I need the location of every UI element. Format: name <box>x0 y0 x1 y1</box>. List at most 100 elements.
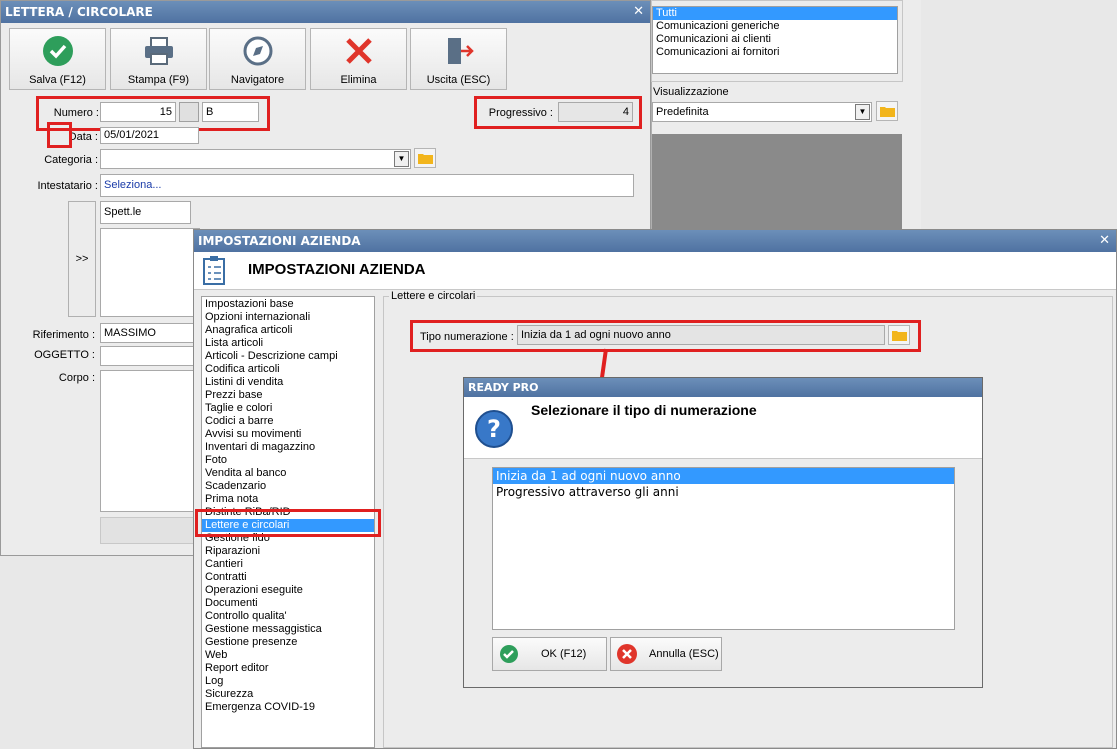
settings-menu[interactable]: Impostazioni base Opzioni internazionali A… <box>201 296 375 748</box>
data-field[interactable]: 05/01/2021 <box>100 127 199 144</box>
printer-icon <box>144 37 173 65</box>
settings-menu-item[interactable]: Listini di vendita <box>202 376 374 389</box>
settings-menu-item[interactable]: Contratti <box>202 571 374 584</box>
settings-menu-item[interactable]: Gestione fido <box>202 532 374 545</box>
settings-menu-item[interactable]: Codifica articoli <box>202 363 374 376</box>
indirizzo-area[interactable] <box>100 228 200 317</box>
numero-field[interactable]: 15 <box>100 102 176 122</box>
settings-menu-item[interactable]: Foto <box>202 454 374 467</box>
lettera-titlebar: LETTERA / CIRCOLARE ✕ <box>1 1 650 23</box>
salva-button[interactable]: Salva (F12) <box>9 28 106 90</box>
chevron-down-icon[interactable]: ▼ <box>855 104 870 120</box>
dialog-question: Selezionare il tipo di numerazione <box>531 402 757 418</box>
annulla-label: Annulla (ESC) <box>649 648 719 660</box>
settings-menu-item[interactable]: Operazioni eseguite <box>202 584 374 597</box>
numero-label: Numero : <box>53 107 99 119</box>
oggetto-field[interactable] <box>100 346 200 366</box>
intestatario-field[interactable]: Seleziona... <box>100 174 634 197</box>
navigatore-button[interactable]: Navigatore <box>209 28 306 90</box>
settings-menu-item[interactable]: Scadenzario <box>202 480 374 493</box>
visualizzazione-label: Visualizzazione <box>653 86 729 98</box>
data-label: Data : <box>68 131 98 143</box>
impostazioni-header: IMPOSTAZIONI AZIENDA <box>194 252 1116 290</box>
elimina-button[interactable]: Elimina <box>310 28 407 90</box>
settings-menu-item[interactable]: Sicurezza <box>202 688 374 701</box>
settings-menu-item[interactable]: Documenti <box>202 597 374 610</box>
settings-menu-item[interactable]: Articoli - Descrizione campi <box>202 350 374 363</box>
settings-menu-item[interactable]: Gestione messaggistica <box>202 623 374 636</box>
numero-button[interactable] <box>179 102 199 122</box>
tipo-list[interactable]: Tutti Comunicazioni generiche Comunicazi… <box>652 6 898 74</box>
tipo-item[interactable]: Comunicazioni ai clienti <box>653 33 897 46</box>
ok-button[interactable]: OK (F12) <box>492 637 607 671</box>
impostazioni-title: IMPOSTAZIONI AZIENDA <box>198 234 361 248</box>
settings-menu-item[interactable]: Prima nota <box>202 493 374 506</box>
settings-menu-item[interactable]: Distinte RiBa/RID <box>202 506 374 519</box>
tipo-numerazione-field: Inizia da 1 ad ogni nuovo anno <box>517 325 885 345</box>
numero-suffix-field[interactable]: B <box>202 102 259 122</box>
categoria-combo[interactable] <box>100 149 411 169</box>
intestatario-label: Intestatario : <box>37 180 98 192</box>
insert-arrow-button[interactable]: >> <box>68 201 96 317</box>
dialog-title: READY PRO <box>468 381 539 394</box>
checklist-icon <box>203 256 225 285</box>
numerazione-option[interactable]: Inizia da 1 ad ogni nuovo anno <box>493 468 954 484</box>
numerazione-option[interactable]: Progressivo attraverso gli anni <box>493 484 954 500</box>
folder-icon[interactable] <box>414 148 436 168</box>
settings-menu-item[interactable]: Impostazioni base <box>202 298 374 311</box>
spett-field[interactable]: Spett.le <box>100 201 191 224</box>
impostazioni-heading: IMPOSTAZIONI AZIENDA <box>248 261 426 278</box>
numerazione-options-list[interactable]: Inizia da 1 ad ogni nuovo anno Progressi… <box>492 467 955 630</box>
svg-text:?: ? <box>487 415 501 443</box>
settings-menu-item[interactable]: Anagrafica articoli <box>202 324 374 337</box>
tipo-item[interactable]: Tutti <box>653 7 897 20</box>
close-icon[interactable]: ✕ <box>633 1 644 23</box>
corpo-label: Corpo : <box>58 372 95 384</box>
settings-menu-item[interactable]: Emergenza COVID-19 <box>202 701 374 714</box>
settings-menu-item[interactable]: Opzioni internazionali <box>202 311 374 324</box>
settings-menu-item[interactable]: Log <box>202 675 374 688</box>
settings-menu-item[interactable]: Inventari di magazzino <box>202 441 374 454</box>
settings-menu-item[interactable]: Lista articoli <box>202 337 374 350</box>
riferimento-label: Riferimento : <box>32 329 95 341</box>
preview-area <box>652 134 902 230</box>
dialog-header: ? Selezionare il tipo di numerazione <box>464 397 982 459</box>
corpo-bottom-bar <box>100 517 200 544</box>
question-icon: ? <box>475 410 513 448</box>
settings-menu-item[interactable]: Codici a barre <box>202 415 374 428</box>
visualizzazione-combo[interactable]: Predefinita <box>652 102 872 122</box>
settings-menu-item[interactable]: Taglie e colori <box>202 402 374 415</box>
ok-label: OK (F12) <box>541 648 587 660</box>
tipo-numerazione-label: Tipo numerazione : <box>420 331 514 343</box>
settings-menu-item[interactable]: Gestione presenze <box>202 636 374 649</box>
impostazioni-titlebar: IMPOSTAZIONI AZIENDA ✕ <box>194 230 1116 252</box>
stampa-button[interactable]: Stampa (F9) <box>110 28 207 90</box>
settings-menu-item[interactable]: Web <box>202 649 374 662</box>
riferimento-field[interactable]: MASSIMO <box>100 323 200 343</box>
categoria-label: Categoria : <box>44 154 98 166</box>
corpo-area[interactable] <box>100 370 200 512</box>
uscita-button[interactable]: Uscita (ESC) <box>410 28 507 90</box>
tipo-item[interactable]: Comunicazioni ai fornitori <box>653 46 897 59</box>
settings-menu-item[interactable]: Riparazioni <box>202 545 374 558</box>
progressivo-field: 4 <box>558 102 633 122</box>
right-panel: Tutti Comunicazioni generiche Comunicazi… <box>651 0 921 230</box>
settings-menu-item[interactable]: Prezzi base <box>202 389 374 402</box>
tipo-item[interactable]: Comunicazioni generiche <box>653 20 897 33</box>
check-icon <box>42 36 73 66</box>
close-icon[interactable]: ✕ <box>1099 230 1110 252</box>
settings-menu-item[interactable]: Controllo qualita' <box>202 610 374 623</box>
exit-door-icon <box>447 38 474 64</box>
settings-menu-item[interactable]: Avvisi su movimenti <box>202 428 374 441</box>
folder-icon[interactable] <box>888 325 910 345</box>
compass-icon <box>243 36 272 66</box>
folder-icon[interactable] <box>876 101 898 121</box>
ready-pro-dialog: READY PRO ? Selezionare il tipo di numer… <box>463 377 983 688</box>
annulla-button[interactable]: Annulla (ESC) <box>610 637 722 671</box>
settings-menu-item[interactable]: Lettere e circolari <box>202 519 374 532</box>
settings-menu-item[interactable]: Report editor <box>202 662 374 675</box>
lettere-group-label: Lettere e circolari <box>389 290 478 302</box>
settings-menu-item[interactable]: Vendita al banco <box>202 467 374 480</box>
settings-menu-item[interactable]: Cantieri <box>202 558 374 571</box>
chevron-down-icon[interactable]: ▼ <box>394 151 409 167</box>
